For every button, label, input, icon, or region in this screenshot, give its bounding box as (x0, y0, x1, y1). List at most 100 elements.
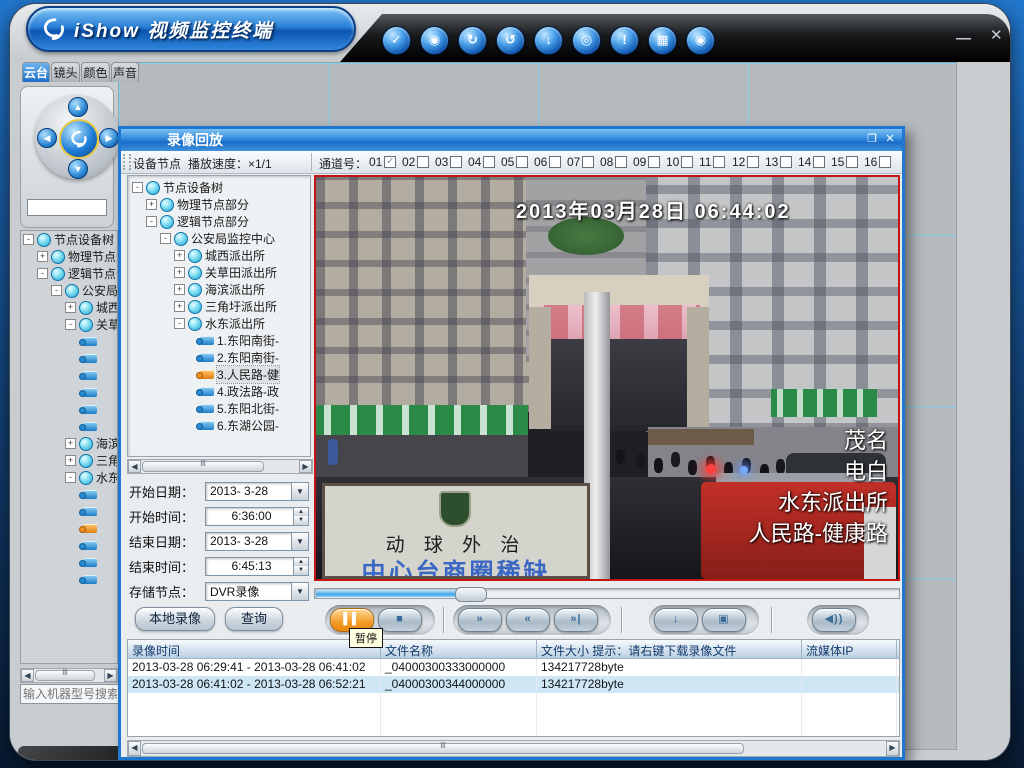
channel-15-checkbox[interactable] (846, 156, 858, 168)
dropdown-arrow-icon[interactable]: ▼ (291, 583, 308, 600)
tree-item[interactable]: +关草田派出所 (128, 264, 310, 281)
video-player[interactable]: 动 球 外 治 中心台商圈稀缺 2013年03月28日 06:44:02 茂名 … (314, 175, 900, 581)
tree-item[interactable]: +城西派出所 (21, 299, 117, 316)
scroll-left-icon[interactable]: ◀ (128, 741, 141, 756)
start-time-spinner[interactable]: 6:36:00▲▼ (205, 507, 309, 526)
tab-color[interactable]: 颜色 (81, 62, 110, 82)
spin-down-icon[interactable]: ▼ (294, 516, 308, 525)
tree-item[interactable]: +物理节点部分 (128, 196, 310, 213)
tree-item[interactable]: -水东派出所 (128, 315, 310, 332)
storage-node-combo[interactable]: DVR录像▼ (205, 582, 309, 601)
dialog-close-icon[interactable]: ✕ (882, 132, 898, 147)
volume-button[interactable]: ◀)) (812, 608, 856, 632)
tree-item[interactable]: +物理节点部分 (21, 248, 117, 265)
tree-item[interactable]: -逻辑节点部分 (21, 265, 117, 282)
sidebar-hscrollbar[interactable]: ◀ ▶ (20, 668, 118, 683)
dialog-maximize-icon[interactable]: ❐ (864, 132, 880, 147)
tree-item[interactable]: 1.东阳南街- (128, 332, 310, 349)
tree-item[interactable]: +海滨派出所 (21, 435, 117, 452)
channel-02-checkbox[interactable] (417, 156, 429, 168)
tree-item[interactable] (21, 401, 117, 418)
spin-down-icon[interactable]: ▼ (294, 566, 308, 575)
tree-item[interactable]: 2.东阳南街- (128, 349, 310, 366)
tab-ptz[interactable]: 云台 (22, 62, 50, 82)
snapshot-button[interactable]: ▣ (702, 608, 746, 632)
ptz-up-icon[interactable]: ▲ (68, 97, 88, 117)
device-search-input[interactable] (20, 684, 120, 704)
channel-05-checkbox[interactable] (516, 156, 528, 168)
channel-13-checkbox[interactable] (780, 156, 792, 168)
channel-14-checkbox[interactable] (813, 156, 825, 168)
dropdown-arrow-icon[interactable]: ▼ (291, 483, 308, 500)
tree-item[interactable]: 5.东阳北街- (128, 400, 310, 417)
end-date-combo[interactable]: 2013- 3-28▼ (205, 532, 309, 551)
tree-item[interactable]: +三角圩派出所 (21, 452, 117, 469)
monitor-icon[interactable]: ◎ (572, 26, 601, 55)
tree-item[interactable]: 6.东湖公园- (128, 417, 310, 434)
camera-icon[interactable]: ◉ (420, 26, 449, 55)
channel-10-checkbox[interactable] (681, 156, 693, 168)
scroll-left-icon[interactable]: ◀ (21, 669, 34, 682)
replay-icon[interactable]: ↺ (496, 26, 525, 55)
ptz-right-icon[interactable]: ▶ (99, 128, 119, 148)
tree-item[interactable] (21, 554, 117, 571)
channel-12-checkbox[interactable] (747, 156, 759, 168)
scroll-right-icon[interactable]: ▶ (299, 460, 312, 473)
tree-item[interactable]: 4.政法路-政 (128, 383, 310, 400)
start-date-combo[interactable]: 2013- 3-28▼ (205, 482, 309, 501)
minimize-button[interactable]: — (956, 30, 971, 47)
local-record-button[interactable]: 本地录像 (135, 607, 215, 631)
tree-item[interactable]: -公安局监控中心 (21, 282, 117, 299)
channel-03-checkbox[interactable] (450, 156, 462, 168)
fast-forward-button[interactable]: » (458, 608, 502, 632)
stop-button[interactable]: ■ (378, 608, 422, 632)
close-button[interactable]: ✕ (990, 26, 1003, 44)
channel-11-checkbox[interactable] (713, 156, 725, 168)
channel-08-checkbox[interactable] (615, 156, 627, 168)
tree-item[interactable] (21, 486, 117, 503)
ptz-left-icon[interactable]: ◀ (37, 128, 57, 148)
table-hscrollbar[interactable]: ◀ ▶ (127, 740, 900, 757)
col-port[interactable]: 端口 (897, 640, 900, 658)
step-button[interactable]: »| (554, 608, 598, 632)
download-icon[interactable]: ↓ (534, 26, 563, 55)
channel-16-checkbox[interactable] (879, 156, 891, 168)
rewind-button[interactable]: « (506, 608, 550, 632)
alert-icon[interactable]: ! (610, 26, 639, 55)
table-row[interactable]: 2013-03-28 06:29:41 - 2013-03-28 06:41:0… (128, 659, 899, 676)
tree-item-selected[interactable]: 3.人民路-健 (128, 366, 310, 383)
end-time-spinner[interactable]: 6:45:13▲▼ (205, 557, 309, 576)
channel-09-checkbox[interactable] (648, 156, 660, 168)
tab-sound[interactable]: 声音 (111, 62, 139, 82)
ptz-center-button[interactable] (59, 119, 99, 159)
tab-lens[interactable]: 镜头 (51, 62, 80, 82)
channel-01-checkbox[interactable] (384, 156, 396, 168)
channel-04-checkbox[interactable] (483, 156, 495, 168)
tree-item[interactable]: -逻辑节点部分 (128, 213, 310, 230)
spin-up-icon[interactable]: ▲ (294, 508, 308, 517)
scroll-left-icon[interactable]: ◀ (128, 460, 141, 473)
tree-item[interactable]: -节点设备树 (21, 231, 117, 248)
query-button[interactable]: 查询 (225, 607, 283, 631)
dropdown-arrow-icon[interactable]: ▼ (291, 533, 308, 550)
tree-item[interactable]: -节点设备树 (128, 179, 310, 196)
tree-item[interactable]: +城西派出所 (128, 247, 310, 264)
tree-item[interactable]: -关草田派出所 (21, 316, 117, 333)
download-record-button[interactable]: ↓ (654, 608, 698, 632)
spin-up-icon[interactable]: ▲ (294, 558, 308, 567)
playback-progress-slider[interactable] (314, 588, 900, 599)
tree-item[interactable]: -公安局监控中心 (128, 230, 310, 247)
scroll-right-icon[interactable]: ▶ (104, 669, 117, 682)
tree-item[interactable] (21, 418, 117, 435)
tree-item[interactable]: +海滨派出所 (128, 281, 310, 298)
ptz-down-icon[interactable]: ▼ (68, 159, 88, 179)
progress-thumb[interactable] (455, 587, 487, 602)
tree-item[interactable] (21, 384, 117, 401)
tree-item[interactable]: +三角圩派出所 (128, 298, 310, 315)
tree-item[interactable] (21, 350, 117, 367)
tree-item[interactable]: -水东派出所 (21, 469, 117, 486)
table-row-selected[interactable]: 2013-03-28 06:41:02 - 2013-03-28 06:52:2… (128, 676, 899, 693)
channel-07-checkbox[interactable] (582, 156, 594, 168)
scroll-right-icon[interactable]: ▶ (886, 741, 899, 756)
tree-item[interactable] (21, 333, 117, 350)
